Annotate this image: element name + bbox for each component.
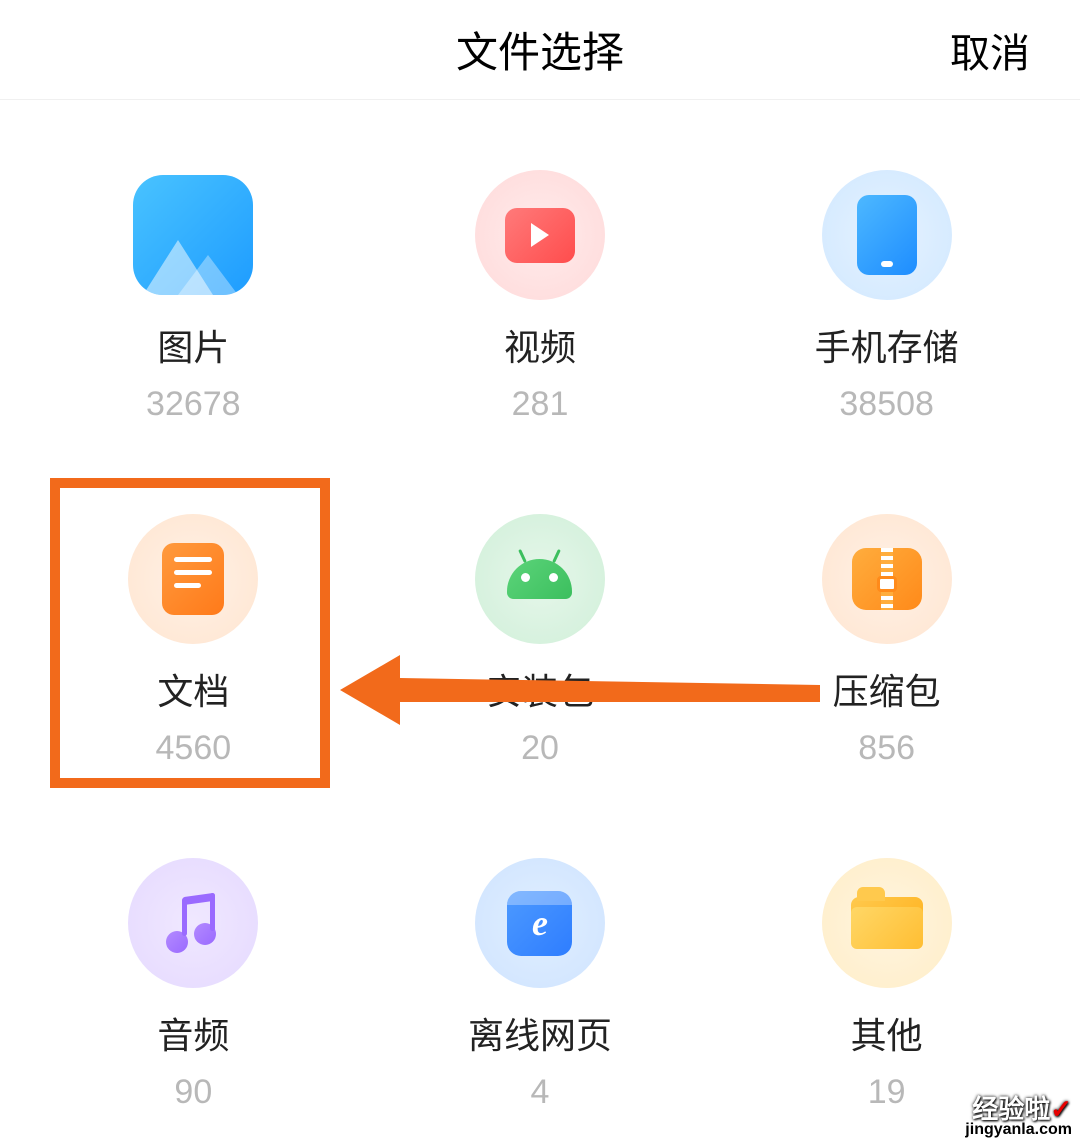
header: 文件选择 取消 (0, 0, 1080, 100)
category-label: 音频 (157, 1007, 229, 1059)
video-icon (475, 170, 605, 300)
category-label: 文档 (157, 663, 229, 715)
watermark-url: jingyanla.com (965, 1122, 1072, 1138)
category-count: 32678 (146, 385, 241, 424)
category-count: 19 (868, 1073, 906, 1112)
category-count: 20 (521, 729, 559, 768)
category-phone-storage[interactable]: 手机存储 38508 (713, 170, 1060, 424)
category-count: 90 (174, 1073, 212, 1112)
document-icon (128, 514, 258, 644)
phone-storage-icon (822, 170, 952, 300)
pictures-icon (128, 170, 258, 300)
apk-icon (475, 514, 605, 644)
category-label: 视频 (504, 319, 576, 371)
zip-icon (822, 514, 952, 644)
category-label: 安装包 (486, 663, 594, 715)
category-audio[interactable]: 音频 90 (20, 858, 367, 1112)
category-archives[interactable]: 压缩包 856 (713, 514, 1060, 768)
category-documents[interactable]: 文档 4560 (20, 514, 367, 768)
browser-icon: e (475, 858, 605, 988)
category-offline-pages[interactable]: e 离线网页 4 (367, 858, 714, 1112)
page-title: 文件选择 (456, 19, 624, 80)
category-count: 4560 (156, 729, 232, 768)
category-count: 281 (512, 385, 569, 424)
category-pictures[interactable]: 图片 32678 (20, 170, 367, 424)
category-count: 856 (858, 729, 915, 768)
category-other[interactable]: 其他 19 (713, 858, 1060, 1112)
category-grid: 图片 32678 视频 281 手机存储 38508 文档 4560 安装包 2… (0, 100, 1080, 1112)
category-label: 其他 (851, 1007, 923, 1059)
check-icon: ✓ (1050, 1094, 1072, 1124)
watermark-text: 经验啦 (972, 1094, 1050, 1124)
watermark: 经验啦✓ jingyanla.com (965, 1096, 1072, 1138)
folder-icon (822, 858, 952, 988)
category-label: 手机存储 (815, 319, 959, 371)
category-label: 压缩包 (833, 663, 941, 715)
category-count: 38508 (839, 385, 934, 424)
audio-icon (128, 858, 258, 988)
category-label: 图片 (157, 319, 229, 371)
cancel-button[interactable]: 取消 (950, 21, 1030, 79)
category-count: 4 (531, 1073, 550, 1112)
category-videos[interactable]: 视频 281 (367, 170, 714, 424)
category-apk[interactable]: 安装包 20 (367, 514, 714, 768)
category-label: 离线网页 (468, 1007, 612, 1059)
